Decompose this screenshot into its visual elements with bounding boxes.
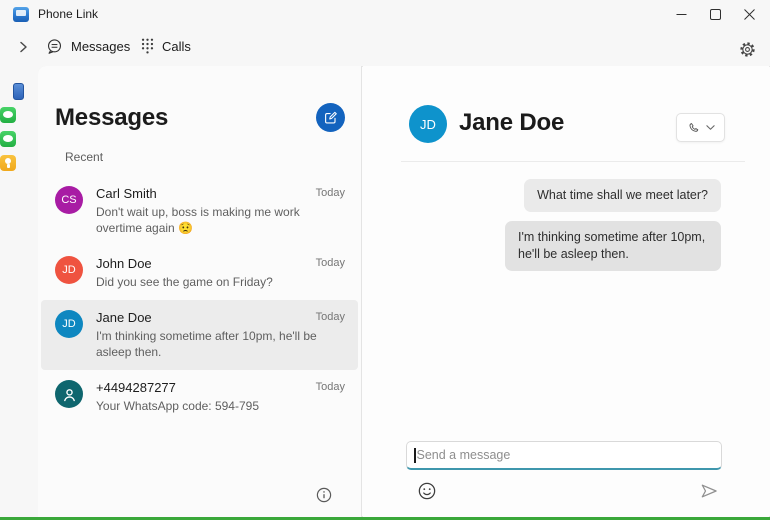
- minimize-button[interactable]: [664, 0, 698, 28]
- conversation-name: Jane Doe: [96, 310, 152, 325]
- conversation-preview: Did you see the game on Friday?: [96, 274, 345, 290]
- chevron-down-icon: [706, 124, 715, 131]
- phone-icon[interactable]: [13, 83, 24, 100]
- conversation-time: Today: [316, 186, 345, 199]
- tab-calls[interactable]: Calls: [141, 31, 191, 61]
- call-button[interactable]: [676, 113, 725, 142]
- conversation-item-jane-doe[interactable]: JD Jane Doe Today I'm thinking sometime …: [41, 300, 358, 370]
- messages-panel-header: Messages: [55, 103, 345, 132]
- conversation-time: Today: [316, 310, 345, 323]
- avatar-initials: JD: [420, 117, 436, 132]
- conversation-panel: JD Jane Doe What time shall we meet late…: [363, 66, 769, 517]
- conversation-item-john-doe[interactable]: JD John Doe Today Did you see the game o…: [41, 246, 358, 300]
- nav-bar: Messages Calls: [0, 28, 770, 66]
- header-divider: [401, 161, 745, 162]
- maximize-button[interactable]: [698, 0, 732, 28]
- conversation-preview: Your WhatsApp code: 594-795: [96, 398, 345, 414]
- message-app-icon[interactable]: [0, 131, 16, 147]
- conversation-name: +4494287277: [96, 380, 176, 395]
- avatar: JD: [55, 256, 83, 284]
- conversation-item-phone-number[interactable]: +4494287277 Today Your WhatsApp code: 59…: [41, 370, 358, 424]
- text-caret: [414, 448, 416, 463]
- contact-avatar: JD: [409, 105, 447, 143]
- message-bubble-icon: [46, 38, 63, 55]
- conversation-name: John Doe: [96, 256, 152, 271]
- emoji-button[interactable]: [416, 480, 438, 502]
- message-bubble: What time shall we meet later?: [524, 179, 721, 212]
- tab-messages-label: Messages: [71, 39, 130, 54]
- recent-section-label: Recent: [65, 150, 103, 164]
- compose-icon: [323, 110, 338, 125]
- person-icon: [62, 387, 77, 402]
- conversation-list: CS Carl Smith Today Don't wait up, boss …: [38, 176, 361, 424]
- close-button[interactable]: [732, 0, 766, 28]
- contact-name: Jane Doe: [459, 109, 564, 137]
- new-message-button[interactable]: [316, 103, 345, 132]
- avatar: CS: [55, 186, 83, 214]
- info-button[interactable]: [315, 486, 333, 504]
- message-app-icon[interactable]: [0, 107, 16, 123]
- smiley-icon: [417, 481, 437, 501]
- phone-call-icon: [687, 121, 701, 135]
- phone-link-window: Phone Link Messages: [0, 0, 770, 520]
- dialpad-icon: [141, 38, 154, 54]
- lightbulb-icon[interactable]: [0, 155, 16, 171]
- gear-icon: [739, 41, 756, 58]
- messages-list-panel: Messages Recent CS Carl Smith Today Don'…: [38, 66, 362, 517]
- conversation-name: Carl Smith: [96, 186, 157, 201]
- avatar-initials: CS: [61, 194, 76, 206]
- conversation-item-carl-smith[interactable]: CS Carl Smith Today Don't wait up, boss …: [41, 176, 358, 246]
- tab-calls-label: Calls: [162, 39, 191, 54]
- messages-panel-title: Messages: [55, 104, 168, 132]
- conversation-time: Today: [316, 256, 345, 269]
- conversation-preview: Don't wait up, boss is making me work ov…: [96, 204, 345, 236]
- send-icon: [698, 481, 720, 501]
- tab-messages[interactable]: Messages: [46, 31, 130, 61]
- phone-link-app-icon: [13, 7, 29, 22]
- conversation-time: Today: [316, 380, 345, 393]
- message-bubble: I'm thinking sometime after 10pm, he'll …: [505, 221, 721, 271]
- title-bar: Phone Link: [0, 0, 770, 28]
- info-icon: [316, 487, 332, 503]
- window-title: Phone Link: [38, 7, 98, 21]
- expand-navigation-button[interactable]: [13, 37, 33, 57]
- avatar: JD: [55, 310, 83, 338]
- chevron-right-icon: [16, 40, 30, 54]
- avatar-initials: JD: [62, 264, 75, 276]
- send-button[interactable]: [697, 480, 721, 502]
- settings-button[interactable]: [736, 38, 758, 60]
- conversation-preview: I'm thinking sometime after 10pm, he'll …: [96, 328, 345, 360]
- avatar-initials: JD: [62, 318, 75, 330]
- message-thread: What time shall we meet later? I'm think…: [505, 179, 721, 271]
- message-input[interactable]: Send a message: [406, 441, 722, 470]
- avatar: [55, 380, 83, 408]
- message-input-placeholder: Send a message: [417, 448, 511, 462]
- window-controls: [664, 0, 766, 28]
